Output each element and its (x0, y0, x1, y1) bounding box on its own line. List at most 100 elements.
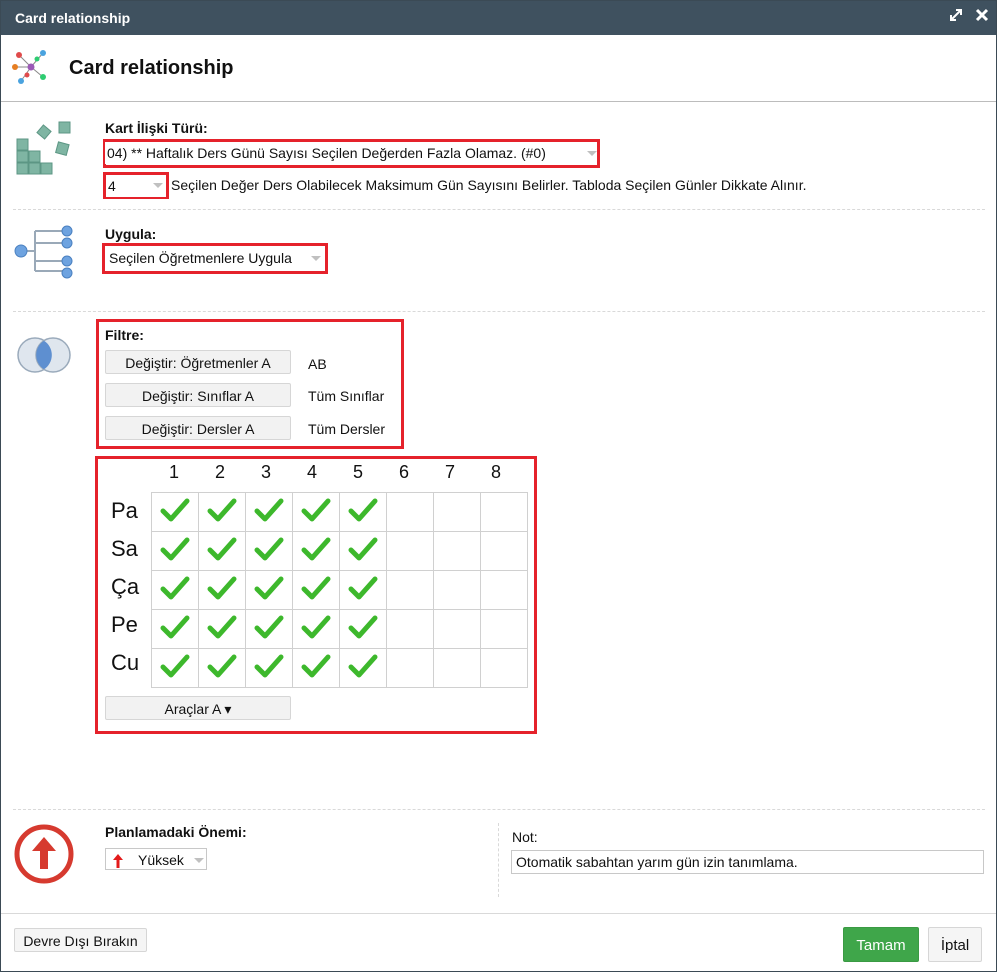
schedule-cell[interactable] (480, 492, 528, 532)
schedule-cell[interactable] (386, 531, 434, 571)
checkmark-icon (348, 537, 378, 566)
ok-button[interactable]: Tamam (843, 927, 919, 962)
column-header: 1 (168, 462, 179, 482)
schedule-cell[interactable] (245, 531, 293, 571)
schedule-cell[interactable] (386, 570, 434, 610)
tools-button[interactable]: Araçlar A ▾ (105, 696, 291, 720)
chevron-down-icon (194, 858, 204, 863)
chevron-down-icon (153, 183, 163, 188)
schedule-cell[interactable] (245, 648, 293, 688)
relation-type-select[interactable]: 04) ** Haftalık Ders Günü Sayısı Seçilen… (105, 142, 597, 164)
checkmark-icon (160, 537, 190, 566)
schedule-cell[interactable] (292, 648, 340, 688)
dialog-window: Card relationship Card relationship Kart… (0, 0, 997, 972)
importance-label: Planlamadaki Önemi: (105, 824, 247, 840)
schedule-cell[interactable] (198, 492, 246, 532)
apply-value: Seçilen Öğretmenlere Uygula (109, 250, 292, 266)
schedule-cell[interactable] (480, 609, 528, 649)
checkmark-icon (160, 576, 190, 605)
schedule-cell[interactable] (151, 492, 199, 532)
teachers-filter-value: AB (308, 356, 327, 372)
importance-value: Yüksek (138, 852, 184, 868)
schedule-cell[interactable] (151, 570, 199, 610)
schedule-cell[interactable] (245, 492, 293, 532)
count-value: 4 (108, 178, 116, 194)
day-header: Pa (111, 498, 138, 523)
schedule-cell[interactable] (480, 531, 528, 571)
schedule-cell[interactable] (386, 609, 434, 649)
checkmark-icon (254, 498, 284, 527)
schedule-cell[interactable] (433, 492, 481, 532)
title-bar: Card relationship (1, 1, 996, 35)
importance-select[interactable]: Yüksek (105, 848, 207, 870)
day-header: Sa (111, 536, 138, 561)
divider (13, 809, 985, 810)
schedule-cell[interactable] (151, 648, 199, 688)
maximize-icon[interactable] (949, 8, 963, 27)
schedule-cell[interactable] (198, 531, 246, 571)
count-select[interactable]: 4 (106, 175, 166, 197)
column-header: 4 (306, 462, 317, 482)
checkmark-icon (301, 498, 331, 527)
schedule-cell[interactable] (433, 609, 481, 649)
schedule-cell[interactable] (480, 570, 528, 610)
schedule-cell[interactable] (339, 609, 387, 649)
checkmark-icon (207, 654, 237, 683)
schedule-cell[interactable] (433, 570, 481, 610)
schedule-cell[interactable] (245, 570, 293, 610)
disable-button[interactable]: Devre Dışı Bırakın (14, 928, 147, 952)
subjects-filter-value: Tüm Dersler (308, 421, 386, 437)
checkmark-icon (207, 537, 237, 566)
note-input[interactable] (511, 850, 984, 874)
day-header: Pe (111, 612, 138, 637)
schedule-cell[interactable] (245, 609, 293, 649)
change-classes-button[interactable]: Değiştir: Sınıflar A (105, 383, 291, 407)
divider (13, 209, 985, 210)
schedule-cell[interactable] (292, 531, 340, 571)
apply-select[interactable]: Seçilen Öğretmenlere Uygula (105, 247, 325, 269)
checkmark-icon (348, 576, 378, 605)
schedule-cell[interactable] (339, 648, 387, 688)
schedule-cell[interactable] (292, 609, 340, 649)
priority-up-icon (13, 823, 75, 890)
schedule-row (151, 570, 528, 610)
schedule-cell[interactable] (339, 531, 387, 571)
venn-icon (13, 335, 75, 380)
checkmark-icon (348, 498, 378, 527)
schedule-cell[interactable] (151, 531, 199, 571)
schedule-cell[interactable] (386, 492, 434, 532)
schedule-cell[interactable] (198, 609, 246, 649)
schedule-cell[interactable] (339, 570, 387, 610)
schedule-cell[interactable] (480, 648, 528, 688)
column-header: 3 (260, 462, 271, 482)
checkmark-icon (254, 576, 284, 605)
schedule-cell[interactable] (386, 648, 434, 688)
page-title: Card relationship (69, 57, 234, 79)
close-icon[interactable] (975, 8, 989, 27)
blocks-icon (15, 119, 75, 184)
schedule-cell[interactable] (433, 648, 481, 688)
vertical-divider (498, 823, 499, 897)
schedule-cell[interactable] (292, 570, 340, 610)
checkmark-icon (254, 537, 284, 566)
column-header: 8 (490, 462, 501, 482)
checkmark-icon (207, 615, 237, 644)
schedule-row (151, 609, 528, 649)
window-title: Card relationship (15, 10, 131, 26)
schedule-cell[interactable] (433, 531, 481, 571)
relation-type-label: Kart İlişki Türü: (105, 120, 208, 136)
schedule-cell[interactable] (339, 492, 387, 532)
column-header: 6 (398, 462, 409, 482)
schedule-cell[interactable] (198, 570, 246, 610)
divider (13, 311, 985, 312)
checkmark-icon (160, 498, 190, 527)
schedule-cell[interactable] (292, 492, 340, 532)
schedule-cell[interactable] (198, 648, 246, 688)
column-header: 7 (444, 462, 455, 482)
change-subjects-button[interactable]: Değiştir: Dersler A (105, 416, 291, 440)
checkmark-icon (301, 537, 331, 566)
cancel-button[interactable]: İptal (928, 927, 982, 962)
schedule-cell[interactable] (151, 609, 199, 649)
checkmark-icon (160, 654, 190, 683)
change-teachers-button[interactable]: Değiştir: Öğretmenler A (105, 350, 291, 374)
